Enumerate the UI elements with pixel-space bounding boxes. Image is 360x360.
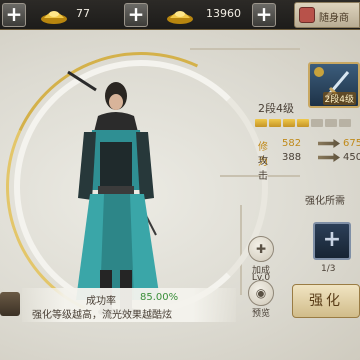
star-filled [283,119,295,127]
plus-icon: + [255,2,273,26]
gold-amount: 77 [76,7,90,20]
character-model[interactable] [48,70,178,320]
preview-icon: ◉ [255,286,267,300]
stat-current: 582 [282,138,302,149]
item-level-badge: 2段4级 [322,92,356,105]
stat-next: 450 [343,152,360,163]
stat-name: 攻击 [258,156,268,182]
add-left-button[interactable]: + [2,3,26,27]
star-empty [325,119,337,127]
plus-icon: + [322,227,342,252]
add-gold-button[interactable]: + [124,3,148,27]
enhance-button[interactable]: 强化 [292,284,360,318]
currency-bar: + 77 + 13960 + 随身商 [0,0,360,30]
material-count: 1/3 [321,264,336,274]
star-filled [297,119,309,127]
level-progress-stars [255,119,360,129]
star-empty [339,119,351,127]
star-filled [269,119,281,127]
bag-icon [299,7,315,23]
material-slot[interactable]: + [313,222,351,260]
plus-icon: + [5,2,23,26]
bag-label: 随身商 [319,13,349,24]
add-ingot-button[interactable]: + [252,3,276,27]
preview-button[interactable]: ◉ [248,280,274,306]
equipment-slot[interactable]: 2段4级 [308,62,360,108]
ingot-icon [167,11,193,24]
star-filled [255,119,267,127]
preview-label: 预览 [251,309,270,319]
decor-line [190,48,300,50]
bonus-icon: ✚ [255,242,267,256]
bonus-button[interactable]: ✚ [248,236,274,262]
requirement-title: 强化所需 [305,196,345,207]
enhance-hint: 强化等级越高，流光效果越酷炫 [32,310,172,321]
stat-next: 675 [343,138,360,149]
ingot-amount: 13960 [206,7,241,20]
selected-check-icon [314,67,324,77]
star-empty [311,119,323,127]
enhance-level: 2段4级 [258,102,294,115]
gold-ingot-icon [41,11,67,24]
bag-shop-button[interactable]: 随身商 [294,2,360,28]
plus-icon: + [127,2,145,26]
scroll-icon [0,292,20,316]
stat-current: 388 [282,152,302,163]
success-rate-value: 85.00% [140,292,179,303]
success-rate-label: 成功率 [86,296,116,307]
